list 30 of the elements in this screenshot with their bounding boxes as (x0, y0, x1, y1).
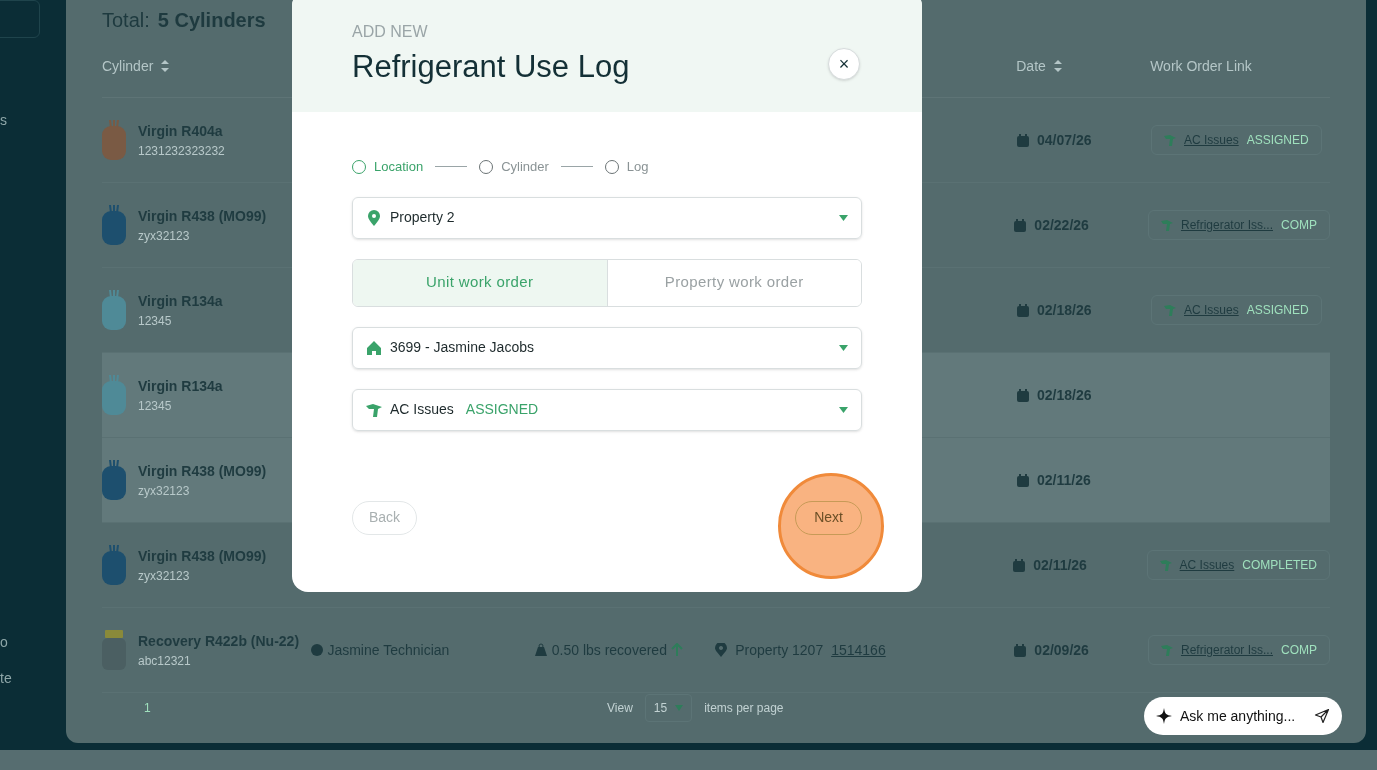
cylinder-name: Virgin R438 (MO99) (138, 461, 267, 481)
status-label: COMPLETED (1242, 557, 1317, 574)
cylinder-serial: zyx32123 (138, 482, 191, 500)
assistant-placeholder: Ask me anything... (1180, 707, 1297, 726)
status-label: COMP (1281, 217, 1317, 234)
cylinder-serial: zyx32123 (138, 567, 191, 585)
view-label: View (607, 700, 633, 716)
status-label: COMP (1281, 642, 1317, 659)
status-label: ASSIGNED (1246, 302, 1309, 319)
cylinder-serial: 12345 (138, 397, 173, 415)
modal-eyebrow: ADD NEW (352, 24, 429, 40)
step-label: Cylinder (501, 158, 549, 176)
status-label: ASSIGNED (465, 400, 539, 419)
cylinder-name: Virgin R134a (138, 376, 223, 396)
per-page-label: items per page (704, 700, 784, 716)
cylinder-serial: zyx32123 (138, 227, 191, 245)
cylinder-serial: abc12321 (138, 652, 192, 670)
select-value: Property 2 (390, 208, 455, 227)
cylinder-serial: 12345 (138, 312, 173, 330)
step-label: Location (374, 158, 424, 176)
select-value: AC Issues (390, 400, 454, 419)
select-value: 3699 - Jasmine Jacobs (390, 338, 534, 357)
status-label: ASSIGNED (1246, 132, 1309, 149)
date-text: 02/18/26 (1037, 385, 1092, 405)
column-header: Work Order Link (1150, 56, 1252, 76)
per-page-value: 15 (653, 700, 668, 716)
modal-title: Refrigerant Use Log (352, 48, 630, 86)
step-label: Log (626, 158, 649, 176)
date-text: 02/11/26 (1037, 470, 1091, 490)
cylinder-serial: 1231232323232 (138, 142, 225, 160)
